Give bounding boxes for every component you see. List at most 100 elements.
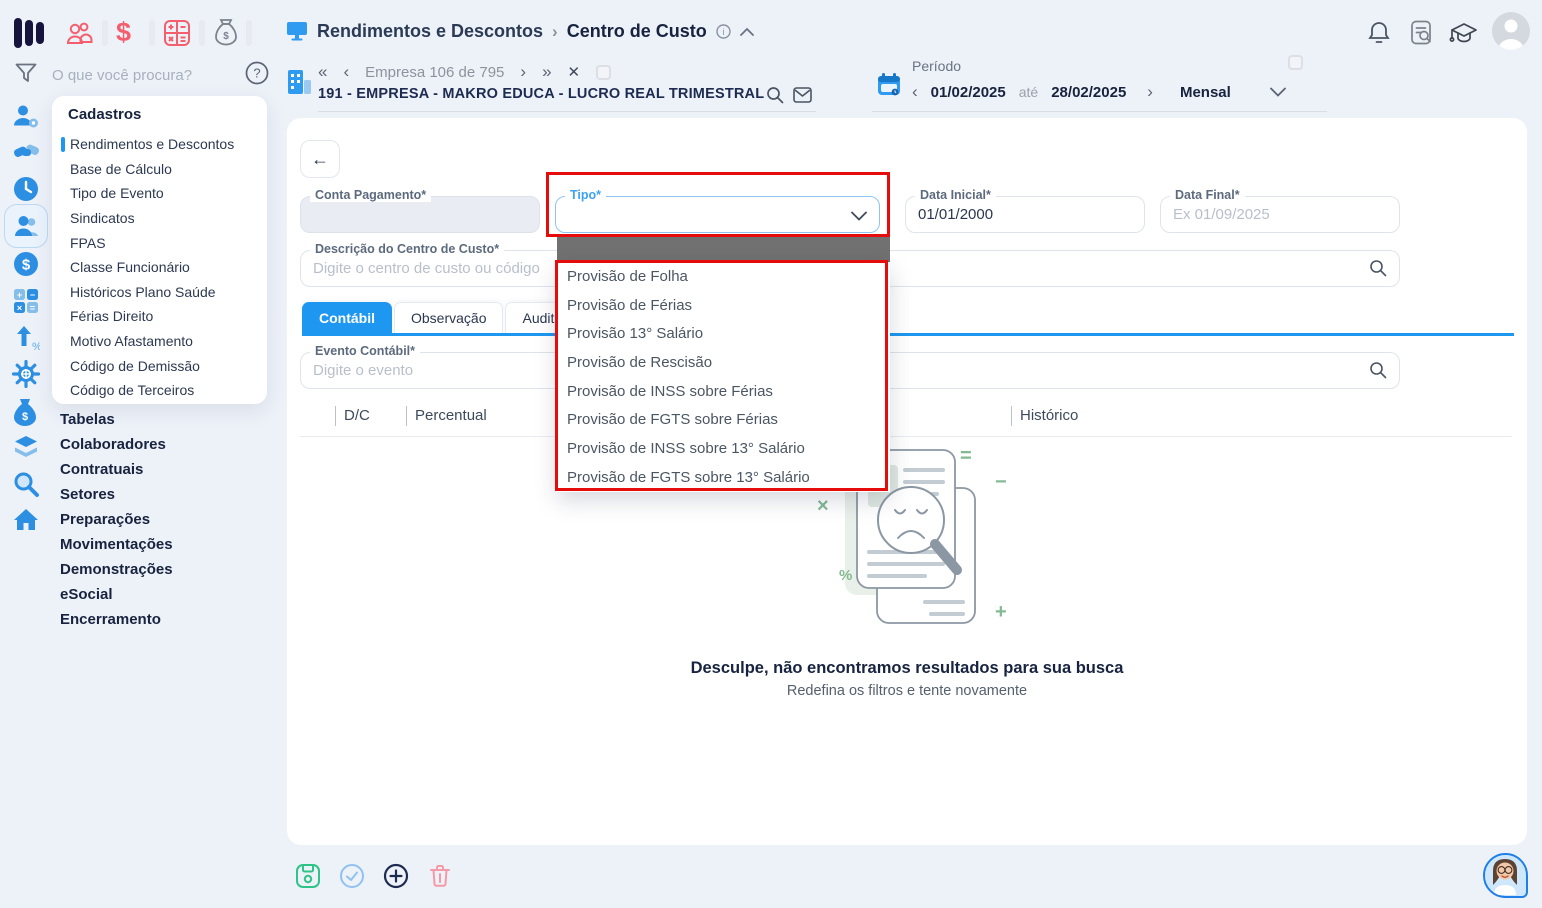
document-search-icon[interactable] <box>1410 20 1434 51</box>
sidebar-section-item[interactable]: Encerramento <box>60 607 173 632</box>
submenu-item[interactable]: Rendimentos e Descontos <box>52 132 267 157</box>
period-start-date[interactable]: 01/02/2025 <box>931 84 1006 101</box>
confirm-icon[interactable] <box>339 863 365 889</box>
dropdown-option[interactable]: Provisão de Folha <box>557 262 890 291</box>
submenu-item-label: Férias Direito <box>70 308 153 324</box>
data-inicial-input[interactable] <box>906 197 1144 232</box>
breadcrumb-section[interactable]: Rendimentos e Descontos <box>317 21 543 42</box>
data-final-input[interactable] <box>1161 197 1399 232</box>
moneybag-icon[interactable]: $ <box>12 397 40 425</box>
calculator-icon[interactable]: + − × = <box>12 287 40 315</box>
clear-company-button[interactable]: ✕ <box>568 63 581 81</box>
dropdown-option[interactable]: Provisão de FGTS sobre 13° Salário <box>557 463 890 492</box>
last-company-button[interactable]: » <box>542 62 551 82</box>
search-input[interactable] <box>52 62 232 88</box>
layers-icon[interactable] <box>12 434 40 462</box>
submenu-item[interactable]: Motivo Afastamento <box>52 329 267 354</box>
tab[interactable]: Observação <box>394 302 503 333</box>
submenu-item[interactable]: Base de Cálculo <box>52 157 267 182</box>
submenu-item[interactable]: Tipo de Evento <box>52 181 267 206</box>
info-icon[interactable]: i <box>716 24 731 39</box>
chevron-down-icon[interactable] <box>1270 87 1286 97</box>
dollar-circle-icon[interactable]: $ <box>12 250 40 278</box>
user-avatar[interactable] <box>1492 12 1530 50</box>
dropdown-option[interactable]: Provisão de Férias <box>557 291 890 320</box>
home-icon[interactable] <box>12 506 40 534</box>
search-icon[interactable] <box>1369 361 1387 379</box>
mail-icon[interactable] <box>793 87 812 108</box>
dropdown-option[interactable]: Provisão de INSS sobre 13° Salário <box>557 434 890 463</box>
save-icon[interactable] <box>295 863 321 889</box>
search-icon[interactable] <box>12 470 40 498</box>
divider <box>102 20 108 46</box>
users-icon[interactable] <box>13 212 41 240</box>
app-logo[interactable] <box>14 17 48 54</box>
period-mode-select[interactable]: Mensal <box>1180 84 1231 101</box>
submenu-item[interactable]: FPAS <box>52 230 267 255</box>
sidebar-section-label: Contratuais <box>60 461 143 478</box>
filter-icon[interactable] <box>15 63 37 88</box>
submenu-item[interactable]: Código de Terceiros <box>52 378 267 403</box>
submenu-item[interactable]: Classe Funcionário <box>52 255 267 280</box>
dropdown-option[interactable]: Provisão de FGTS sobre Férias <box>557 405 890 434</box>
tipo-select[interactable] <box>556 197 879 232</box>
dropdown-option[interactable]: Provisão de Rescisão <box>557 348 890 377</box>
svg-text:%: % <box>839 567 852 584</box>
delete-icon[interactable] <box>427 863 453 889</box>
chevron-down-icon[interactable] <box>851 211 867 221</box>
people-icon[interactable] <box>66 20 94 51</box>
sidebar-section-label: Colaboradores <box>60 436 166 453</box>
sidebar-sections: Tabelas Colaboradores Contratuais Setore… <box>60 407 173 632</box>
tab[interactable]: Contábil <box>302 302 392 333</box>
chevron-up-icon[interactable] <box>740 27 754 36</box>
sidebar-section-label: Demonstrações <box>60 561 173 578</box>
sidebar-section-item[interactable]: Demonstrações <box>60 557 173 582</box>
sidebar-section-item[interactable]: Preparações <box>60 507 173 532</box>
action-bar <box>295 863 453 889</box>
graduation-cap-icon[interactable] <box>1449 20 1479 51</box>
help-icon[interactable]: ? <box>245 61 269 90</box>
add-icon[interactable] <box>383 863 409 889</box>
sidebar-section-item[interactable]: Contratuais <box>60 457 173 482</box>
handshake-icon[interactable] <box>12 139 40 167</box>
first-company-button[interactable]: « <box>318 62 327 82</box>
user-settings-icon[interactable] <box>12 103 40 131</box>
prev-company-button[interactable]: ‹ <box>343 62 349 82</box>
next-company-button[interactable]: › <box>520 62 526 82</box>
period-next-button[interactable]: › <box>1147 82 1153 102</box>
period-end-date[interactable]: 28/02/2025 <box>1051 84 1126 101</box>
sidebar-section-item[interactable]: Colaboradores <box>60 432 173 457</box>
svg-text:×: × <box>817 495 829 517</box>
dollar-icon[interactable]: $ <box>116 17 131 48</box>
bell-icon[interactable] <box>1367 20 1391 51</box>
sidebar-section-item[interactable]: Tabelas <box>60 407 173 432</box>
table-header-divider <box>300 436 1512 437</box>
gear-icon[interactable] <box>12 360 40 388</box>
tab-label: Observação <box>411 310 486 326</box>
back-button[interactable]: ← <box>300 140 340 178</box>
building-icon <box>288 68 312 101</box>
dropdown-option[interactable]: Provisão de INSS sobre Férias <box>557 377 890 406</box>
dropdown-option[interactable]: Provisão 13° Salário <box>557 319 890 348</box>
calculator-icon[interactable] <box>163 20 191 51</box>
company-search-icon[interactable] <box>766 86 784 109</box>
submenu-item[interactable]: Férias Direito <box>52 304 267 329</box>
submenu-item[interactable]: Código de Demissão <box>52 353 267 378</box>
dropdown-selected-empty-option[interactable] <box>557 237 890 262</box>
dropdown-option-label: Provisão de Férias <box>567 297 692 314</box>
period-checkbox[interactable] <box>1288 55 1303 70</box>
sidebar-section-item[interactable]: Movimentações <box>60 532 173 557</box>
data-inicial-label: Data Inicial* <box>915 188 996 202</box>
support-chat-avatar[interactable] <box>1483 853 1528 898</box>
company-checkbox[interactable] <box>596 65 611 80</box>
submenu-item[interactable]: Sindicatos <box>52 206 267 231</box>
clock-icon[interactable] <box>12 175 40 203</box>
sidebar-section-item[interactable]: Setores <box>60 482 173 507</box>
empty-state-subtitle: Redefina os filtros e tente novamente <box>287 683 1527 699</box>
period-prev-button[interactable]: ‹ <box>912 82 918 102</box>
submenu-item[interactable]: Históricos Plano Saúde <box>52 280 267 305</box>
sidebar-section-item[interactable]: eSocial <box>60 582 173 607</box>
moneybag-icon[interactable]: $ <box>214 18 238 51</box>
growth-icon[interactable]: % <box>12 324 40 352</box>
search-icon[interactable] <box>1369 259 1387 277</box>
